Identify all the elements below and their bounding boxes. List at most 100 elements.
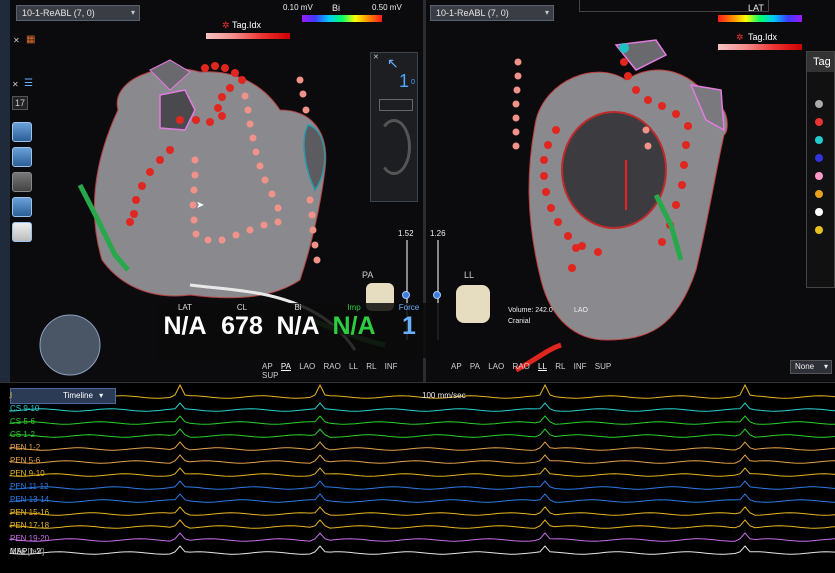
disabled-tool-button[interactable] <box>12 172 32 192</box>
ecg-trace <box>9 402 835 412</box>
overlay-dropdown-value: None <box>795 362 815 371</box>
force-stat: Force 1 <box>387 303 431 341</box>
ecg-channel-label: PEN 19-20 <box>10 534 50 543</box>
lat-value: N/A <box>163 312 207 340</box>
ecg-channel-label: PEN 15-16 <box>10 508 50 517</box>
right-anatomy-render <box>512 39 728 373</box>
legend-dot <box>815 226 823 234</box>
ecg-channel-label: PEN 1-2 <box>10 443 41 452</box>
imp-value: N/A <box>332 312 376 340</box>
left-orientation-label: PA <box>362 270 374 280</box>
catheter-stats-overlay: LAT N/A CL 678 Bi N/A Imp N/A Force 1 <box>155 303 440 358</box>
ecg-toolbar[interactable]: Timeline ▾ <box>10 388 116 404</box>
right-slider-value: 1.26 <box>430 229 446 238</box>
view-btn-rl[interactable]: RL <box>366 362 376 371</box>
view-btn-pa[interactable]: PA <box>281 362 291 371</box>
imp-stat: Imp N/A <box>329 303 379 341</box>
view-btn-sup[interactable]: SUP <box>595 362 611 371</box>
view-btn-lao[interactable]: LAO <box>488 362 504 371</box>
view-btn-ap[interactable]: AP <box>451 362 462 371</box>
lao-label: LAO <box>574 307 589 314</box>
heart-tool-button[interactable] <box>12 197 32 217</box>
force-gauge <box>377 119 411 175</box>
ecg-channel-label: I <box>10 391 13 400</box>
view-btn-lao[interactable]: LAO <box>299 362 315 371</box>
ecg-trace <box>9 467 835 477</box>
legend-dot <box>815 208 823 216</box>
ecg-trace <box>9 480 835 490</box>
ecg-channel-label: MAP 1-2 <box>10 547 41 556</box>
ecg-channel-label: PEN 13-14 <box>10 495 50 504</box>
arrow-up-left-icon: ↖ <box>387 55 399 71</box>
force-label: Force <box>398 303 420 312</box>
ecg-channel-label: PEN 17-18 <box>10 521 50 530</box>
ecg-channel-label: PEN 9-10 <box>10 469 45 478</box>
right-orientation-label: LL <box>464 270 475 280</box>
right-slider-knob[interactable] <box>433 291 441 299</box>
view-btn-pa[interactable]: PA <box>470 362 480 371</box>
chevron-down-icon: ▾ <box>823 362 828 371</box>
view-btn-ap[interactable]: AP <box>262 362 273 371</box>
view-btn-inf[interactable]: INF <box>385 362 398 371</box>
force-value: 1 <box>402 312 416 340</box>
view-btn-rl[interactable]: RL <box>555 362 565 371</box>
ecg-traces <box>9 383 835 555</box>
ecg-trace <box>9 519 835 529</box>
view-btn-sup[interactable]: SUP <box>262 371 278 380</box>
overlay-dropdown[interactable]: None ▾ <box>790 360 832 374</box>
chevron-down-icon: ▾ <box>99 391 104 400</box>
ecg-trace <box>9 506 835 516</box>
legend-dot <box>815 190 823 198</box>
lat-stat: LAT N/A <box>160 303 210 341</box>
ecg-trace <box>9 532 835 542</box>
right-view-buttons: AP PA LAO RAO LL RL INF SUP <box>451 362 617 371</box>
ecg-channel-label: PEN 11-12 <box>10 482 49 491</box>
ecg-trace <box>9 454 835 464</box>
ecg-signal-area[interactable] <box>0 382 835 573</box>
bi-stat: Bi N/A <box>273 303 323 341</box>
legend-dot <box>815 118 823 126</box>
view-btn-ll[interactable]: LL <box>538 362 547 371</box>
cl-label: CL <box>236 303 248 312</box>
tag-legend-panel[interactable]: Tag <box>806 51 835 288</box>
left-view-buttons: AP PA LAO RAO LL RL INF SUP <box>262 362 423 380</box>
ecg-channel-label: PEN 5-6 <box>10 456 41 465</box>
legend-dot <box>815 154 823 162</box>
lat-label: LAT <box>177 303 193 312</box>
right-map-view[interactable]: 10-1-ReABL (7, 0) ▾ LAT ✲ Tag.Idx Volume… <box>426 0 835 382</box>
volume-label: Volume: 242.0 <box>508 307 553 314</box>
view-btn-inf[interactable]: INF <box>574 362 587 371</box>
carto-window: 10-1-ReABL (7, 0) ▾ 0.10 mV Bi 0.50 mV ✲… <box>0 0 835 573</box>
catheter-select-button[interactable] <box>12 222 32 242</box>
sweep-speed: 100 mm/sec <box>422 391 466 400</box>
view-btn-rao[interactable]: RAO <box>512 362 529 371</box>
counter-badge: 17 <box>12 96 28 110</box>
cl-stat: CL 678 <box>217 303 267 341</box>
catheter-panel[interactable]: ✕ ↖ 1 0 <box>370 52 418 202</box>
ecg-trace <box>9 415 835 425</box>
ecg-channel-label: CS 9-10 <box>10 404 40 413</box>
catheter-tool-button[interactable] <box>12 147 32 167</box>
ecg-channel-label: CS 1-2 <box>10 430 35 439</box>
ecg-trace <box>9 441 835 451</box>
close-icon[interactable]: ✕ <box>12 80 19 89</box>
legend-dot <box>815 136 823 144</box>
legend-dot <box>815 172 823 180</box>
bi-value: N/A <box>276 312 320 340</box>
close-icon[interactable]: ✕ <box>373 53 379 61</box>
left-slider-value: 1.52 <box>398 229 414 238</box>
tag-legend-title: Tag <box>807 52 834 72</box>
ecg-trace <box>9 545 835 555</box>
cranial-label: Cranial <box>508 318 531 325</box>
grid-tool-button[interactable] <box>12 122 32 142</box>
left-slider-knob[interactable] <box>402 291 410 299</box>
torso-orientation-icon <box>456 285 490 323</box>
mouse-cursor-icon: ➤ <box>196 200 205 211</box>
view-btn-ll[interactable]: LL <box>349 362 358 371</box>
view-btn-rao[interactable]: RAO <box>323 362 340 371</box>
timeline-button[interactable]: Timeline <box>63 391 93 400</box>
map-tool-column: ✕ ☰ 17 <box>10 32 44 272</box>
imp-label: Imp <box>347 303 361 312</box>
electrode-boxes <box>379 99 413 111</box>
tag-tool-icon[interactable]: ☰ <box>24 78 33 89</box>
